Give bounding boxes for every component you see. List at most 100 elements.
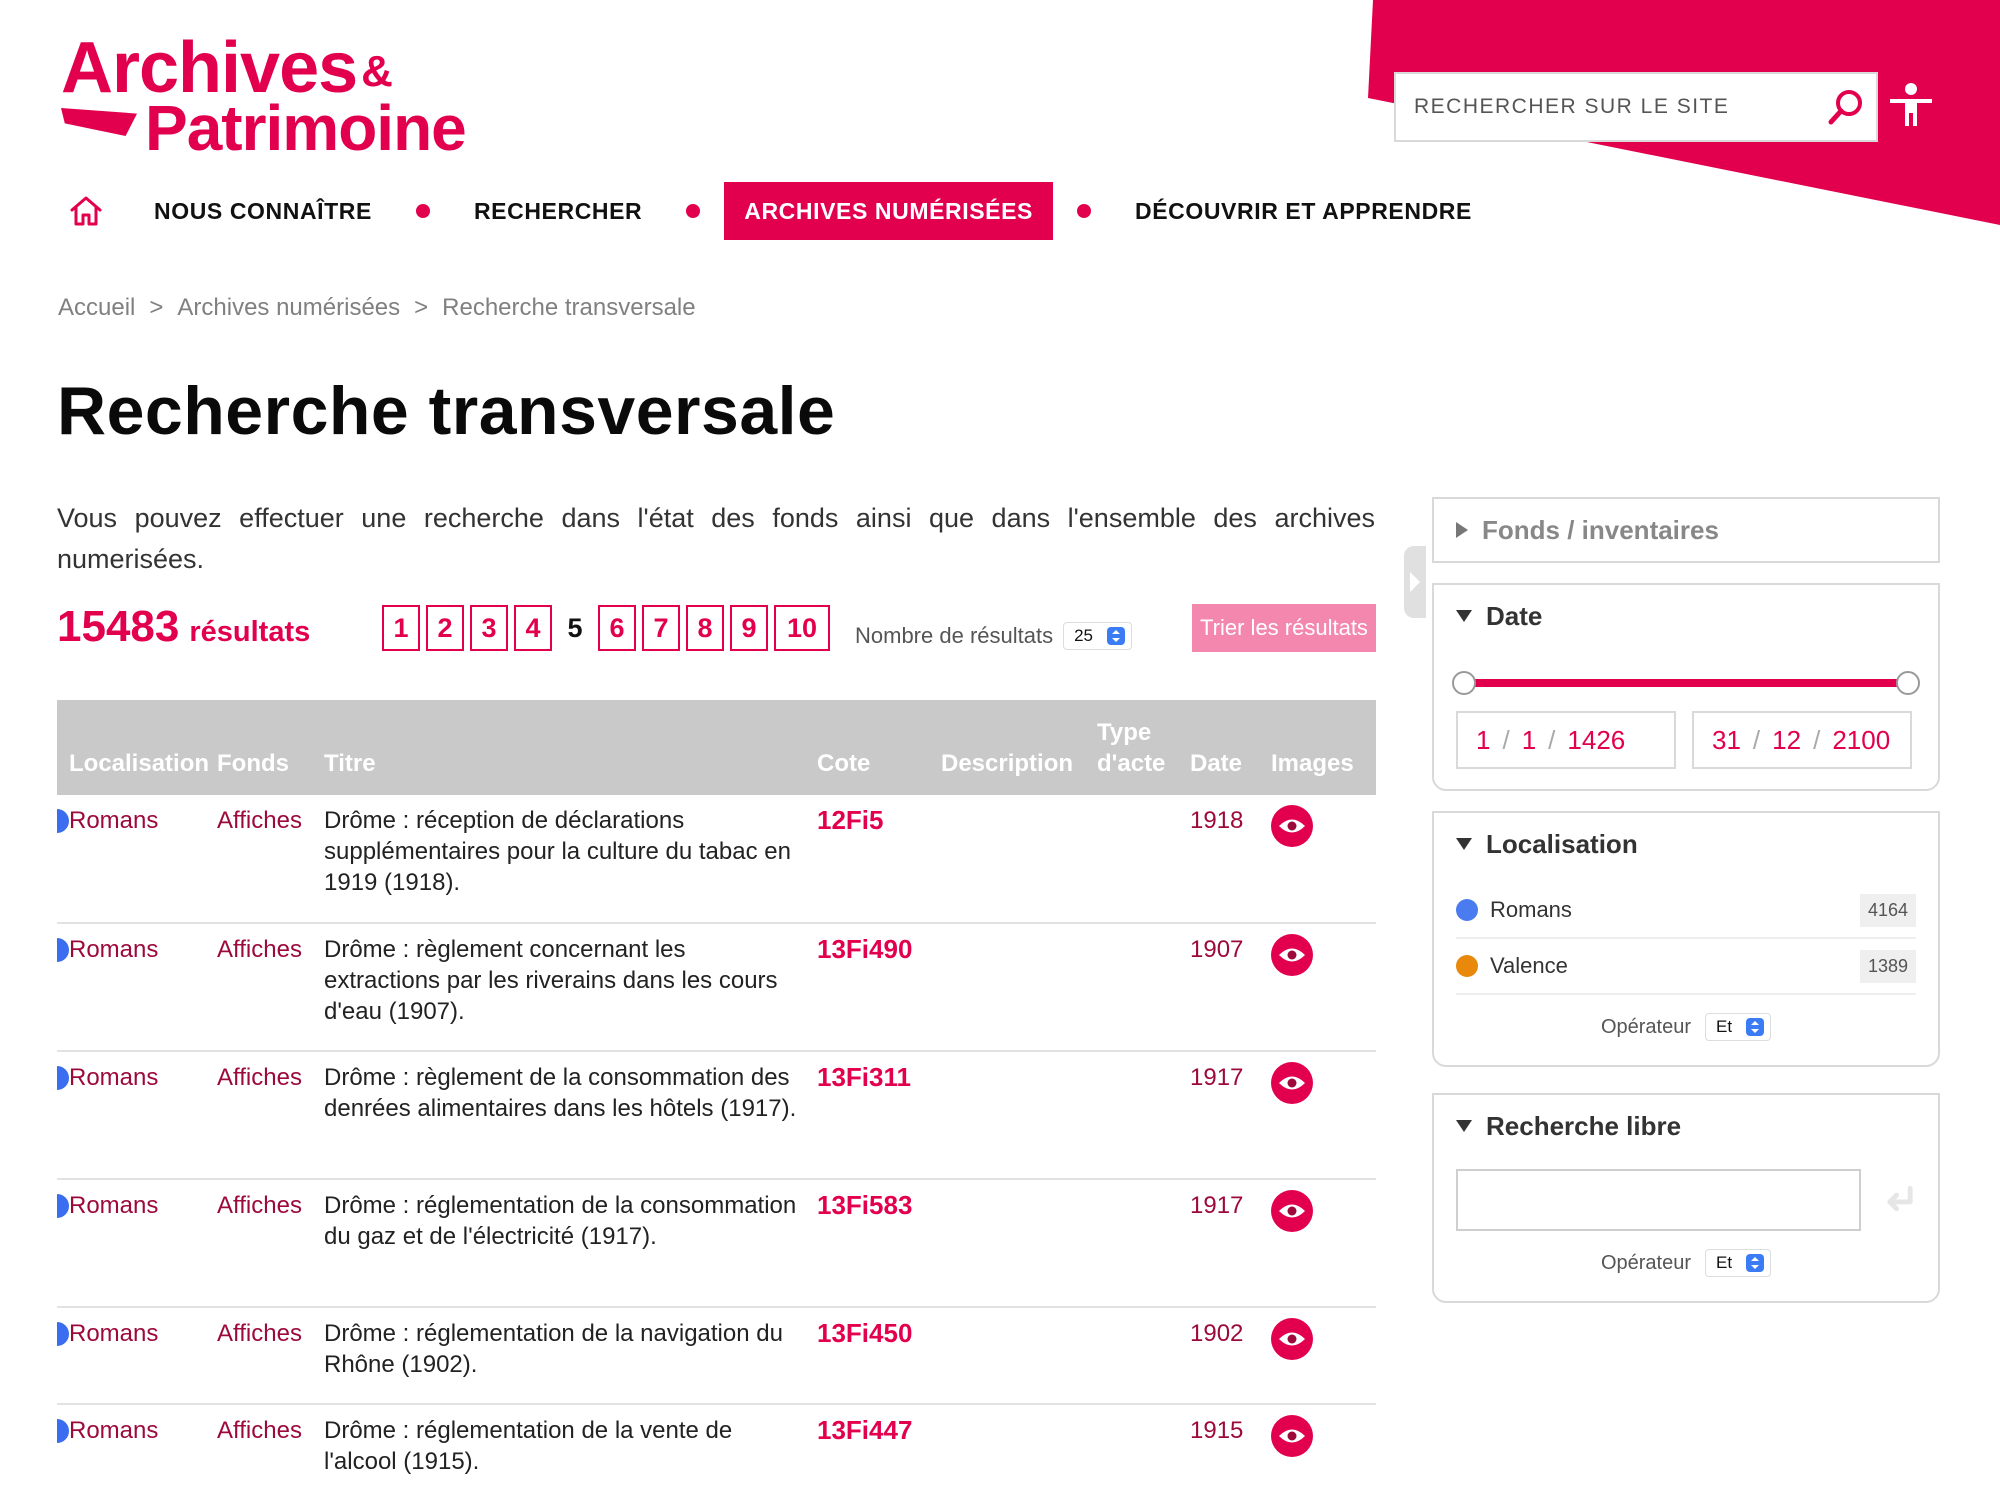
enter-icon[interactable] xyxy=(1881,1182,1916,1218)
date-start-input[interactable]: 1 / 1 / 1426 xyxy=(1456,711,1676,769)
nav-item-rechercher[interactable]: RECHERCHER xyxy=(454,182,662,240)
free-search-input[interactable] xyxy=(1456,1169,1861,1231)
row-localisation[interactable]: Romans xyxy=(69,936,158,963)
view-images-button[interactable] xyxy=(1271,1415,1313,1457)
col-type-acte[interactable]: Type d'acte xyxy=(1097,700,1190,795)
facet-count: 1389 xyxy=(1859,949,1916,983)
breadcrumb-accueil[interactable]: Accueil xyxy=(58,294,135,322)
row-localisation[interactable]: Romans xyxy=(69,807,158,834)
page-link-3[interactable]: 3 xyxy=(470,605,508,651)
slider-handle-start[interactable] xyxy=(1452,671,1476,695)
nav-item-nous-connaitre[interactable]: NOUS CONNAÎTRE xyxy=(134,182,392,240)
row-titre[interactable]: Drôme : réception de déclarations supplé… xyxy=(324,795,817,924)
logo-line2: Patrimoine xyxy=(145,92,467,164)
page-link-7[interactable]: 7 xyxy=(642,605,680,651)
row-cote[interactable]: 13Fi490 xyxy=(817,923,941,1052)
view-images-button[interactable] xyxy=(1271,934,1313,976)
col-titre[interactable]: Titre xyxy=(324,700,817,795)
results-count: 15483 résultats xyxy=(57,602,310,652)
panel-localisation-header[interactable]: Localisation xyxy=(1456,813,1916,875)
row-fonds[interactable]: Affiches xyxy=(217,1404,324,1500)
panel-date-header[interactable]: Date xyxy=(1456,585,1916,647)
row-cote[interactable]: 13Fi583 xyxy=(817,1179,941,1308)
col-cote[interactable]: Cote xyxy=(817,700,941,795)
facet-count: 4164 xyxy=(1859,893,1916,927)
caret-down-icon xyxy=(1456,838,1472,850)
site-logo[interactable]: Archives& Patrimoine xyxy=(55,28,495,164)
panel-free-search-header[interactable]: Recherche libre xyxy=(1456,1095,1916,1157)
date-start-month: 1 xyxy=(1521,724,1537,755)
nav-item-decouvrir-et-apprendre[interactable]: DÉCOUVRIR ET APPRENDRE xyxy=(1115,182,1492,240)
row-fonds[interactable]: Affiches xyxy=(217,1307,324,1405)
page-link-4[interactable]: 4 xyxy=(514,605,552,651)
row-titre[interactable]: Drôme : réglementation de la navigation … xyxy=(324,1307,817,1405)
page-link-10[interactable]: 10 xyxy=(774,605,830,651)
view-images-button[interactable] xyxy=(1271,805,1313,847)
row-titre[interactable]: Drôme : réglementation de la consommatio… xyxy=(324,1179,817,1308)
slider-handle-end[interactable] xyxy=(1896,671,1920,695)
select-arrows-icon xyxy=(1107,627,1126,645)
sidebar-toggle[interactable] xyxy=(1404,546,1426,618)
row-fonds[interactable]: Affiches xyxy=(217,1179,324,1308)
localisation-operator: Opérateur Et xyxy=(1456,995,1916,1065)
date-separator: / xyxy=(1548,724,1556,755)
eye-icon xyxy=(1279,948,1305,962)
select-arrows-icon xyxy=(1746,1018,1765,1036)
row-date: 1915 xyxy=(1190,1404,1271,1500)
row-localisation[interactable]: Romans xyxy=(69,1192,158,1219)
row-localisation[interactable]: Romans xyxy=(69,1417,158,1444)
facet-item-romans[interactable]: Romans 4164 xyxy=(1456,883,1916,939)
panel-fonds-header[interactable]: Fonds / inventaires xyxy=(1456,499,1916,561)
page-link-2[interactable]: 2 xyxy=(426,605,464,651)
view-images-button[interactable] xyxy=(1271,1318,1313,1360)
view-images-button[interactable] xyxy=(1271,1190,1313,1232)
site-search-input[interactable] xyxy=(1396,74,1816,140)
page-link-8[interactable]: 8 xyxy=(686,605,724,651)
row-cote[interactable]: 13Fi447 xyxy=(817,1404,941,1500)
page-link-1[interactable]: 1 xyxy=(382,605,420,651)
view-images-button[interactable] xyxy=(1271,1062,1313,1104)
row-type-acte xyxy=(1097,1404,1190,1500)
date-end-input[interactable]: 31 / 12 / 2100 xyxy=(1692,711,1912,769)
row-fonds[interactable]: Affiches xyxy=(217,795,324,924)
col-date[interactable]: Date xyxy=(1190,700,1271,795)
caret-down-icon xyxy=(1456,1120,1472,1132)
table-row: Romans Affiches Drôme : réception de déc… xyxy=(57,795,1376,924)
page-link-9[interactable]: 9 xyxy=(730,605,768,651)
row-titre[interactable]: Drôme : réglementation de la vente de l'… xyxy=(324,1404,817,1500)
row-cote[interactable]: 12Fi5 xyxy=(817,795,941,924)
row-localisation[interactable]: Romans xyxy=(69,1064,158,1091)
date-separator: / xyxy=(1502,724,1510,755)
row-cote[interactable]: 13Fi450 xyxy=(817,1307,941,1405)
breadcrumb: Accueil > Archives numérisées > Recherch… xyxy=(58,294,696,322)
results-count-label: résultats xyxy=(189,616,311,648)
row-fonds[interactable]: Affiches xyxy=(217,923,324,1052)
panel-localisation: Localisation Romans 4164 Valence 1389 Op… xyxy=(1432,811,1940,1067)
row-titre[interactable]: Drôme : règlement concernant les extract… xyxy=(324,923,817,1052)
page-link-6[interactable]: 6 xyxy=(598,605,636,651)
date-range-slider[interactable] xyxy=(1452,665,1920,701)
date-end-year: 2100 xyxy=(1832,724,1891,755)
operator-select[interactable]: Et xyxy=(1705,1249,1772,1277)
col-localisation[interactable]: Localisation xyxy=(57,700,217,795)
row-titre[interactable]: Drôme : règlement de la consommation des… xyxy=(324,1051,817,1180)
row-cote[interactable]: 13Fi311 xyxy=(817,1051,941,1180)
row-localisation[interactable]: Romans xyxy=(69,1320,158,1347)
free-search-operator: Opérateur Et xyxy=(1456,1231,1916,1301)
col-description[interactable]: Description xyxy=(941,700,1097,795)
col-fonds[interactable]: Fonds xyxy=(217,700,324,795)
row-type-acte xyxy=(1097,1179,1190,1308)
breadcrumb-archives-numerisees[interactable]: Archives numérisées xyxy=(177,294,400,322)
operator-value: Et xyxy=(1716,1253,1733,1272)
results-table: Localisation Fonds Titre Cote Descriptio… xyxy=(57,700,1376,1500)
accessibility-icon[interactable] xyxy=(1888,82,1934,128)
nav-item-archives-numerisees[interactable]: ARCHIVES NUMÉRISÉES xyxy=(724,182,1053,240)
per-page-select[interactable]: 25 xyxy=(1063,622,1133,650)
row-fonds[interactable]: Affiches xyxy=(217,1051,324,1180)
nav-home[interactable] xyxy=(56,182,116,240)
facet-item-valence[interactable]: Valence 1389 xyxy=(1456,939,1916,995)
sort-results-button[interactable]: Trier les résultats xyxy=(1192,604,1376,652)
operator-select[interactable]: Et xyxy=(1705,1013,1772,1041)
site-search-button[interactable] xyxy=(1816,77,1876,137)
caret-down-icon xyxy=(1456,610,1472,622)
